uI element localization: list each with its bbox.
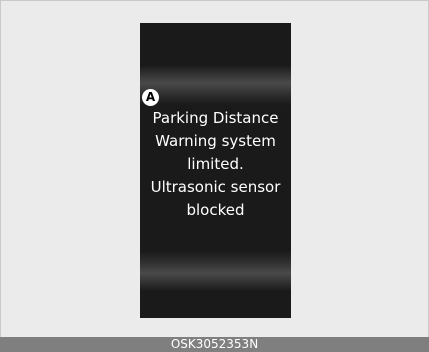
display-highlight-band-top — [140, 65, 291, 105]
figure-code-caption: OSK3052353N — [0, 337, 429, 352]
warning-message-line: blocked — [186, 201, 245, 219]
display-highlight-band-bottom — [140, 251, 291, 291]
figure-frame: A Parking Distance Warning system limite… — [0, 0, 429, 352]
warning-message-line: Warning system — [155, 132, 276, 150]
warning-message-line: limited. — [187, 155, 244, 173]
instrument-cluster-display: A Parking Distance Warning system limite… — [140, 23, 291, 318]
warning-message-line: Parking Distance — [152, 109, 279, 127]
warning-message: Parking Distance Warning system limited.… — [140, 107, 291, 222]
warning-message-line: Ultrasonic sensor — [150, 178, 281, 196]
callout-marker: A — [142, 89, 159, 106]
